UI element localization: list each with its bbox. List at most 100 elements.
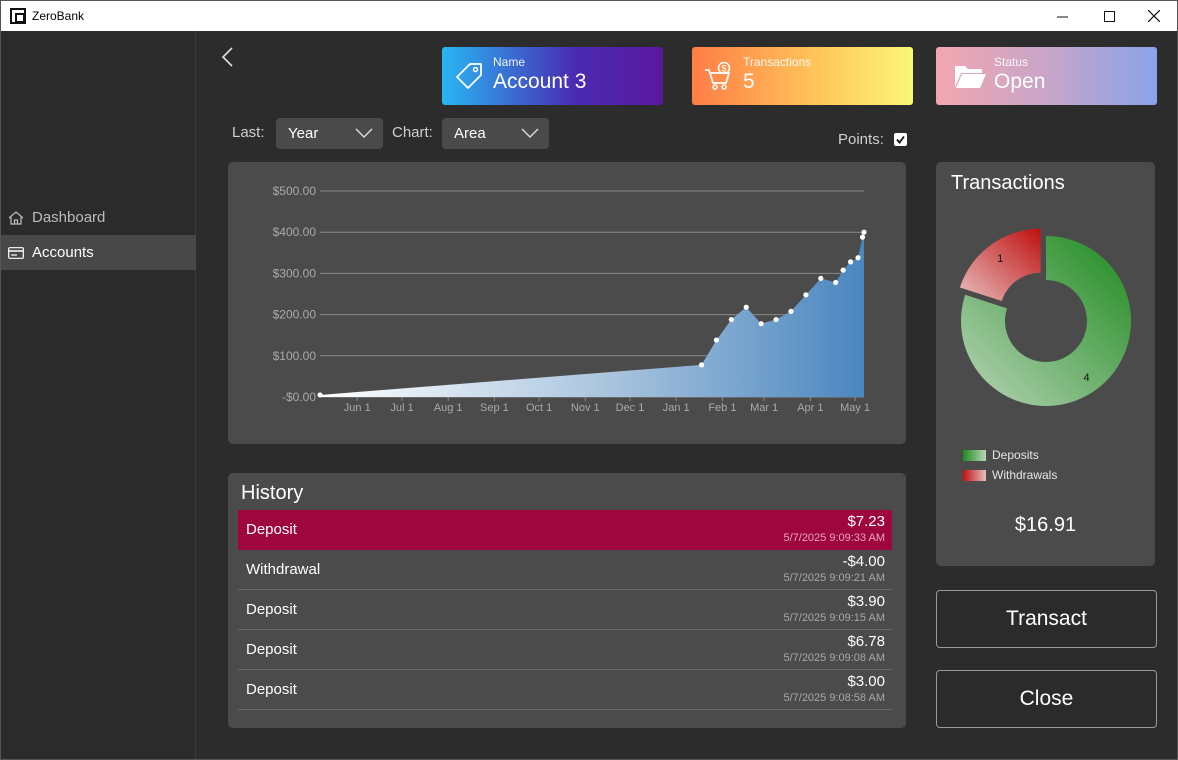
status-value: Open [994,70,1046,93]
chevron-down-icon [355,128,373,138]
data-point [698,362,705,368]
minimize-button[interactable] [1039,1,1085,31]
balance-area-chart: -$0.00 $100.00 $200.00 $300.00 $400.00 $500.0… [273,184,870,414]
history-title: History [241,482,304,504]
sidebar-item-label: Dashboard [32,209,106,226]
history-row[interactable]: Withdrawal -$4.00 5/7/2025 9:09:21 AM [238,550,892,590]
legend-item-deposits: Deposits [963,448,1039,462]
x-tick-label: Jan 1 [663,402,690,414]
legend-swatch [963,469,986,481]
legend-item-withdrawals: Withdrawals [963,468,1057,482]
transactions-donut-chart: 41 [959,228,1131,406]
balance-total: $16.91 [1014,514,1077,536]
sidebar: Dashboard Accounts [1,31,196,759]
home-icon [8,210,24,225]
data-point [713,337,720,343]
transaction-type: Deposit [246,601,297,618]
app-window: ZeroBank Dashboard Accounts Name Account… [0,0,1178,760]
transaction-time: 5/7/2025 9:09:21 AM [783,572,885,584]
last-label: Last: [232,124,265,141]
slice-data-label: 4 [1083,372,1089,384]
x-tick-label: Dec 1 [616,402,645,414]
points-label: Points: [838,131,884,148]
history-row[interactable]: Deposit $6.78 5/7/2025 9:09:08 AM [238,630,892,670]
x-tick-label: Nov 1 [571,402,600,414]
x-tick-label: Jul 1 [390,402,413,414]
shopping-cart-icon: $ [705,61,731,90]
title-bar: ZeroBank [1,1,1177,31]
transaction-time: 5/7/2025 9:09:15 AM [783,612,885,624]
maximize-button[interactable] [1086,1,1132,31]
chart-type-value: Area [454,125,486,142]
history-panel: History Deposit $7.23 5/7/2025 9:09:33 A… [228,473,906,728]
history-row[interactable]: Deposit $7.23 5/7/2025 9:09:33 AM [238,510,892,550]
data-point [773,316,779,323]
legend-swatch [963,449,986,461]
transactions-count-value: 5 [743,70,755,93]
sidebar-item-label: Accounts [32,244,94,261]
status-card: Status Open [936,47,1157,105]
y-tick-label: $300.00 [273,266,317,280]
x-tick-label: Aug 1 [434,402,463,414]
tag-icon [456,63,482,89]
data-point [788,308,794,314]
x-tick-label: Oct 1 [526,402,552,414]
sidebar-item-dashboard[interactable]: Dashboard [1,200,196,235]
history-row[interactable]: Deposit $3.00 5/7/2025 9:08:58 AM [238,670,892,710]
card-label: Transactions [743,55,812,69]
data-point [847,259,854,265]
account-name-value: Account 3 [493,70,587,93]
close-window-button[interactable] [1131,1,1177,31]
last-period-value: Year [288,125,319,142]
transaction-type: Deposit [246,641,297,658]
card-label: Status [994,55,1029,69]
transaction-type: Deposit [246,521,297,538]
transaction-amount: $3.00 [847,673,885,690]
balance-chart-panel: -$0.00 $100.00 $200.00 $300.00 $400.00 $500.0… [228,162,906,444]
chevron-down-icon [521,128,539,138]
data-point [855,255,861,261]
back-button[interactable] [218,45,240,69]
transact-button[interactable]: Transact [936,590,1157,648]
points-checkbox[interactable] [894,133,907,146]
credit-card-icon [8,246,24,259]
transaction-time: 5/7/2025 9:09:08 AM [783,652,885,664]
close-button[interactable]: Close [936,670,1157,728]
close-icon [1148,10,1160,22]
checkmark-icon [896,135,905,144]
chart-type-select[interactable]: Area [442,118,549,149]
data-point [833,279,839,286]
history-row[interactable]: Deposit $3.90 5/7/2025 9:09:15 AM [238,590,892,630]
svg-text:$: $ [721,64,726,74]
transactions-count-card: $ Transactions 5 [692,47,913,105]
minimize-icon [1056,16,1068,17]
chart-type-label: Chart: [392,124,433,141]
transaction-time: 5/7/2025 9:08:58 AM [783,692,885,704]
sidebar-item-accounts[interactable]: Accounts [1,235,196,270]
transactions-panel-title: Transactions [951,172,1065,194]
data-point [728,316,734,323]
data-point [803,292,809,298]
y-tick-label: $500.00 [273,184,317,198]
x-tick-label: Sep 1 [480,402,509,414]
data-point [743,304,749,310]
chevron-left-icon [221,47,233,67]
y-tick-label: $200.00 [273,308,317,322]
app-logo-icon [10,8,26,24]
card-label: Name [493,55,526,69]
window-title: ZeroBank [32,9,85,23]
x-tick-label: May 1 [840,402,870,414]
data-point [859,234,866,240]
x-tick-label: Mar 1 [750,402,778,414]
transaction-amount: $7.23 [847,513,885,530]
x-tick-label: Feb 1 [708,402,736,414]
legend-label: Deposits [992,448,1039,462]
account-name-card: Name Account 3 [442,47,663,105]
transaction-amount: $6.78 [847,633,885,650]
transaction-time: 5/7/2025 9:09:33 AM [783,532,885,544]
data-point [840,267,846,273]
transaction-type: Deposit [246,681,297,698]
slice-data-label: 1 [997,253,1003,265]
transaction-type: Withdrawal [246,561,321,578]
last-period-select[interactable]: Year [276,118,383,149]
